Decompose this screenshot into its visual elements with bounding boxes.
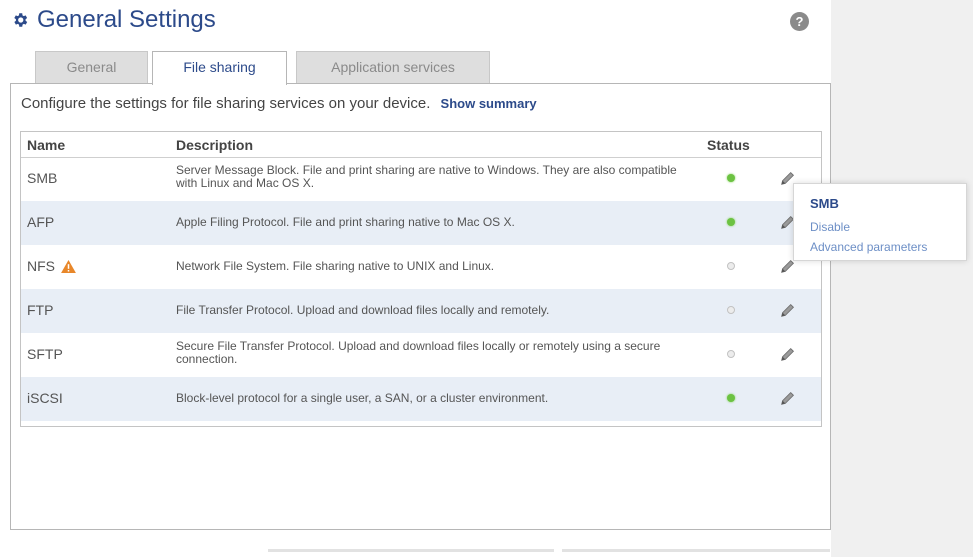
pencil-icon[interactable] [779,389,797,407]
status-indicator-on [727,218,735,226]
service-description: File Transfer Protocol. Upload and downl… [176,303,550,317]
service-name-text: AFP [27,214,55,230]
services-table: Name Description Status SMB Server Messa… [20,131,822,427]
service-name-text: SMB [27,170,58,186]
table-row-smb[interactable]: SMB Server Message Block. File and print… [21,157,821,201]
status-indicator-on [727,174,735,182]
service-description: Server Message Block. File and print sha… [176,163,677,190]
table-row-ftp[interactable]: FTP File Transfer Protocol. Upload and d… [21,289,821,333]
service-name: SMB [27,170,57,186]
service-description: Secure File Transfer Protocol. Upload an… [176,339,661,366]
service-name-text: FTP [27,302,54,318]
help-icon[interactable]: ? [790,12,809,31]
table-row-sftp[interactable]: SFTP Secure File Transfer Protocol. Uplo… [21,333,821,377]
intro: Configure the settings for file sharing … [21,95,537,112]
service-description: Network File System. File sharing native… [176,259,495,273]
service-description: Apple Filing Protocol. File and print sh… [176,215,515,229]
column-header-name: Name [27,137,66,153]
intro-text: Configure the settings for file sharing … [21,95,431,112]
service-name: AFP [27,214,54,230]
service-name: iSCSI [27,390,63,406]
tab-application-services[interactable]: Application services [296,51,490,84]
tab-file-sharing[interactable]: File sharing [152,51,287,85]
service-context-menu: SMB Disable Advanced parameters [793,183,967,261]
service-name: NFS [27,258,76,274]
service-name: FTP [27,302,53,318]
status-indicator-on [727,394,735,402]
page-header: General Settings [11,6,216,34]
warning-icon [61,259,76,273]
table-row-nfs[interactable]: NFS Network File System. File sharing na… [21,245,821,289]
footer-divider-left [268,549,554,552]
show-summary-link[interactable]: Show summary [441,96,537,111]
service-name: SFTP [27,346,63,362]
status-indicator-off [727,350,735,358]
advanced-parameters-menu-item[interactable]: Advanced parameters [810,240,927,254]
gear-icon [14,13,28,27]
service-description: Block-level protocol for a single user, … [176,391,549,405]
side-panel [831,0,973,557]
context-menu-title: SMB [810,196,839,211]
service-name-text: NFS [27,258,55,274]
page-title: General Settings [37,6,216,33]
tab-general[interactable]: General [35,51,148,84]
footer-divider-right [562,549,830,552]
column-header-description: Description [176,137,254,153]
table-header: Name Description Status [21,132,821,158]
status-indicator-off [727,306,735,314]
column-header-status: Status [707,137,750,153]
service-name-text: SFTP [27,346,63,362]
status-indicator-off [727,262,735,270]
table-row-iscsi[interactable]: iSCSI Block-level protocol for a single … [21,377,821,421]
disable-menu-item[interactable]: Disable [810,220,850,234]
service-name-text: iSCSI [27,390,63,406]
table-row-afp[interactable]: AFP Apple Filing Protocol. File and prin… [21,201,821,245]
pencil-icon[interactable] [779,345,797,363]
pencil-icon[interactable] [779,301,797,319]
